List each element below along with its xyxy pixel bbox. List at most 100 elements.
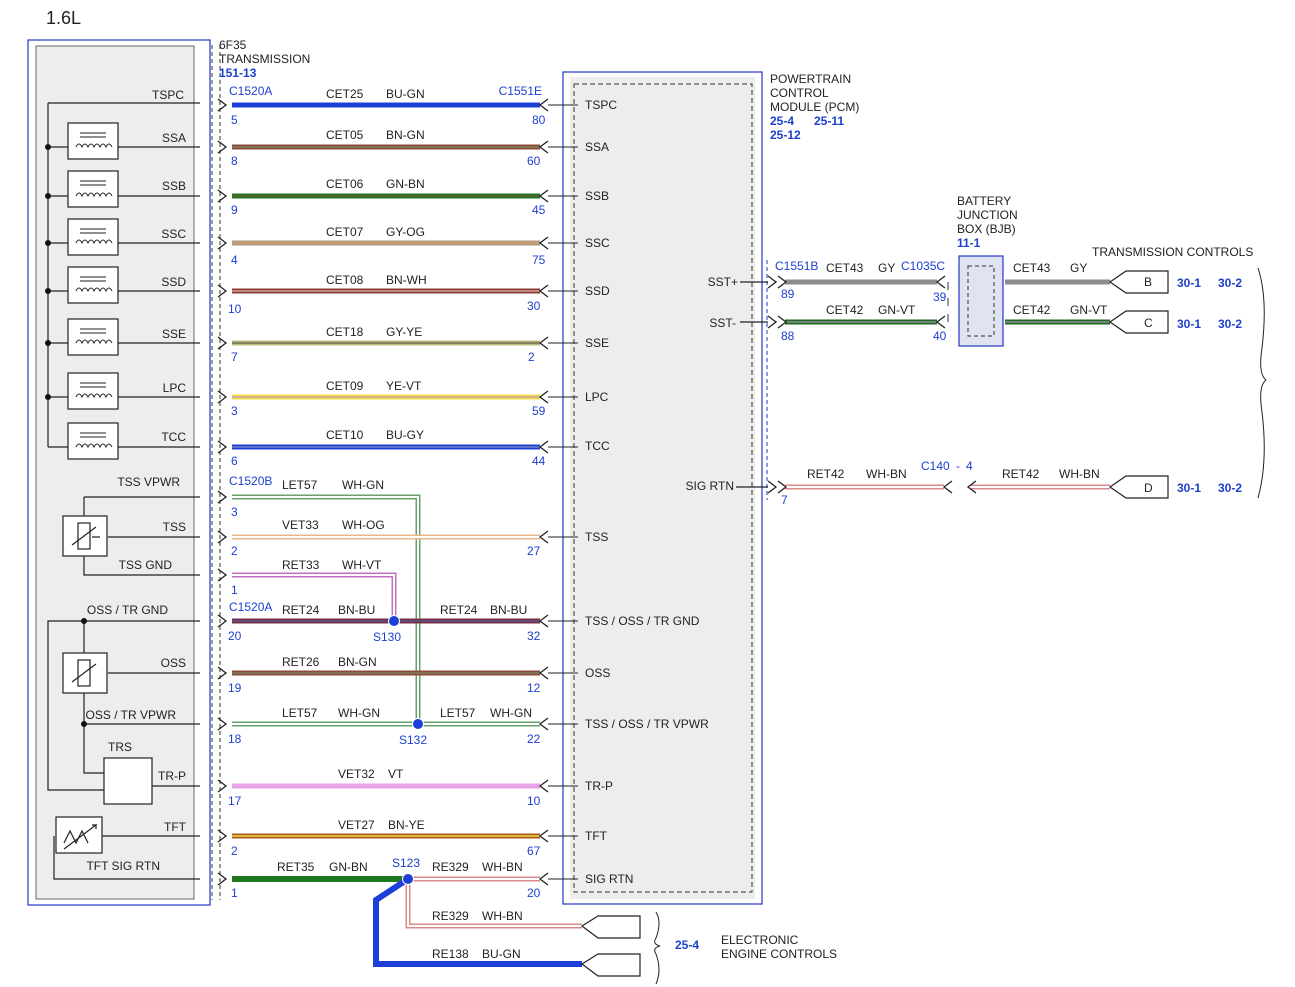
connector-c1520b[interactable]: C1520B [229,474,272,488]
tc-ref-30-2-c[interactable]: 30-2 [1218,317,1242,331]
wire-row-sig-rtn-right[interactable]: RET42 WH-BN RET42 WH-BN 7 [781,467,1110,507]
connector-c140-pin: 4 [966,459,973,473]
wire-circuit: CET07 [326,225,364,239]
pcm-pin-num: 7 [781,493,788,507]
pcm-pin-tcc: TCC [585,439,610,453]
pcm-name-1: POWERTRAIN [770,72,851,86]
wire-row-tft[interactable]: VET27 BN-YE 2 67 [231,818,541,858]
connector-c140[interactable]: C140 [921,459,950,473]
pcm-pin-ssb: SSB [585,189,609,203]
wire-row-tcc[interactable]: CET10 BU-GY 6 44 [231,428,546,468]
engine-controls-branches[interactable] [373,876,582,967]
wire-color-pcm-side: WH-BN [482,860,523,874]
wire-circuit-far-side: RET42 [1002,467,1040,481]
tc-ref-30-2-b[interactable]: 30-2 [1218,276,1242,290]
trans-pin: 3 [231,505,238,519]
ec-ref[interactable]: 25-4 [675,938,699,952]
trans-pin: 4 [231,253,238,267]
ec-wire-1-color: WH-BN [482,909,523,923]
connector-c1520a-top[interactable]: C1520A [229,84,272,98]
wire-row-lpc[interactable]: CET09 YE-VT 3 59 [231,379,546,418]
wire-row-oss[interactable]: RET26 BN-GN 19 12 [228,655,541,695]
tx-label-oss: OSS [161,656,186,670]
wire-circuit-pcm-side: LET57 [440,706,476,720]
pcm-pin-ssa: SSA [585,140,609,154]
connector-c1551e[interactable]: C1551E [499,84,542,98]
wire-row-ssa[interactable]: CET05 BN-GN 8 60 [231,128,541,168]
pcm-pin-num: 80 [532,113,546,127]
splice-s130-label: S130 [373,630,401,644]
bjb-ref[interactable]: 11-1 [957,236,981,250]
wire-circuit: LET57 [282,478,318,492]
ec-connector-icons [580,915,641,977]
pcm-pin-tr-p: TR-P [585,779,613,793]
tc-ref-30-2-d[interactable]: 30-2 [1218,481,1242,495]
bjb-name-3: BOX (BJB) [957,222,1016,236]
pcm-pin-sst-plus: SST+ [708,275,738,289]
wire-color: WH-GN [342,478,384,492]
bjb-name-2: JUNCTION [957,208,1018,222]
wire-circuit: RET26 [282,655,320,669]
trans-pin: 10 [228,302,242,316]
pcm-pin-oss: OSS [585,666,610,680]
tc-connector-b: B [1144,275,1152,289]
wire-row-sse[interactable]: CET18 GY-YE 7 2 [231,325,540,364]
wire-color: WH-GN [338,706,380,720]
tx-label-ssc: SSC [161,227,186,241]
wire-circuit-pcm-side: RE329 [432,860,469,874]
connector-c1520a-mid[interactable]: C1520A [229,600,272,614]
wire-row-ssb[interactable]: CET06 GN-BN 9 45 [231,177,546,217]
splice-s123[interactable] [402,873,414,885]
wire-row-ssc[interactable]: CET07 GY-OG 4 75 [231,225,546,267]
connector-c1551b[interactable]: C1551B [775,259,818,273]
transmission-ref[interactable]: 151-13 [219,66,257,80]
pcm-pin-num: 32 [527,629,541,643]
wire-circuit-bjb-side: CET42 [1013,303,1051,317]
pcm-name-2: CONTROL [770,86,829,100]
pcm-ref-25-12[interactable]: 25-12 [770,128,801,142]
diagram-title: 1.6L [46,8,81,28]
wire-row-tss-oss-tr-vpwr[interactable]: LET57 WH-GN LET57 WH-GN 18 22 [228,706,541,746]
ec-wire-1-circuit: RE329 [432,909,469,923]
connector-c1035c[interactable]: C1035C [901,259,945,273]
wire-row-tr-p[interactable]: VET32 VT 17 10 [228,767,541,808]
wire-circuit: CET42 [826,303,864,317]
wire-circuit: RET24 [282,603,320,617]
wire-circuit: CET06 [326,177,364,191]
trans-pin: 8 [231,154,238,168]
tc-ref-30-1-d[interactable]: 30-1 [1177,481,1201,495]
wire-row-ssd[interactable]: CET08 BN-WH 10 30 [228,273,541,316]
trans-pin: 2 [231,844,238,858]
pcm-ref-25-4[interactable]: 25-4 [770,114,794,128]
tx-label-tspc: TSPC [152,88,184,102]
trans-pin: 1 [231,886,238,900]
pcm-pin-tss: TSS [585,530,608,544]
pcm-pin-sig-rtn: SIG RTN [585,872,633,886]
wire-color: WH-BN [866,467,907,481]
wire-row-sst-minus[interactable]: CET42 GN-VT CET42 GN-VT 88 40 [781,303,1110,343]
wiring-diagram: 1.6L 6F35 TRANSMISSION 151-13 TRS TSPC S… [27,8,1267,985]
splice-s132[interactable] [412,718,424,730]
wire-circuit: CET18 [326,325,364,339]
transmission-name-2: TRANSMISSION [219,52,310,66]
tx-label-tr-p: TR-P [158,769,186,783]
pcm-ref-25-11[interactable]: 25-11 [814,114,844,128]
splice-s130[interactable] [388,615,400,627]
tc-ref-30-1-b[interactable]: 30-1 [1177,276,1201,290]
tx-label-tft-sig-rtn: TFT SIG RTN [86,859,160,873]
pcm-pin-sig-rtn-right: SIG RTN [686,479,734,493]
wire-row-tss[interactable]: VET33 WH-OG 2 27 [231,518,541,558]
ec-wire-2-circuit: RE138 [432,947,469,961]
ec-wire-2-color: BU-GN [482,947,521,961]
wire-row-sst-plus[interactable]: CET43 GY CET43 GY 89 39 [781,261,1110,304]
pcm-pin-num: 88 [781,329,795,343]
tc-ref-30-1-c[interactable]: 30-1 [1177,317,1201,331]
transmission-controls-connectors [1108,270,1169,499]
tx-label-tss: TSS [163,520,186,534]
pcm-pin-num: 59 [532,404,546,418]
wire-color: BU-GY [386,428,424,442]
wire-circuit-bjb-side: CET43 [1013,261,1051,275]
connector-c140-dash: - [956,459,960,473]
bjb-pin-num: 40 [933,329,947,343]
trans-pin: 9 [231,203,238,217]
